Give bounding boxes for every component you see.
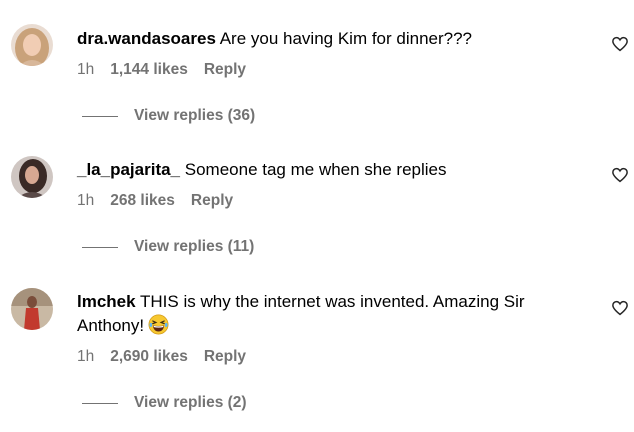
reply-button[interactable]: Reply — [204, 348, 246, 365]
comment-meta: 1h 2,690 likes Reply — [77, 348, 262, 366]
view-replies-button[interactable]: View replies (36) — [82, 107, 255, 125]
heart-outline-icon[interactable] — [611, 299, 629, 317]
view-replies-label: View replies (2) — [134, 394, 247, 411]
comment-meta: 1h 268 likes Reply — [77, 192, 249, 210]
username[interactable]: lmchek — [77, 292, 136, 311]
comment-text: lmchek THIS is why the internet was inve… — [77, 290, 577, 338]
reply-button[interactable]: Reply — [191, 192, 233, 209]
timestamp: 1h — [77, 61, 95, 78]
replies-divider-line — [82, 115, 118, 117]
replies-divider-line — [82, 402, 118, 404]
view-replies-label: View replies (36) — [134, 107, 256, 124]
comment-body: Someone tag me when she replies — [184, 160, 447, 179]
view-replies-button[interactable]: View replies (11) — [82, 238, 254, 256]
comment-body: Are you having Kim for dinner??? — [219, 29, 473, 48]
reply-button[interactable]: Reply — [204, 61, 246, 78]
comment-text: dra.wandasoares Are you having Kim for d… — [77, 27, 472, 51]
comment-body: THIS is why the internet was invented. A… — [77, 292, 525, 335]
comment-meta: 1h 1,144 likes Reply — [77, 61, 262, 79]
avatar[interactable] — [11, 156, 53, 198]
avatar[interactable] — [11, 24, 53, 66]
avatar[interactable] — [11, 288, 53, 330]
timestamp: 1h — [77, 192, 95, 209]
view-replies-button[interactable]: View replies (2) — [82, 394, 247, 412]
replies-divider-line — [82, 246, 118, 248]
view-replies-label: View replies (11) — [134, 238, 255, 255]
likes-count[interactable]: 268 likes — [110, 192, 175, 209]
timestamp: 1h — [77, 348, 95, 365]
heart-outline-icon[interactable] — [611, 35, 629, 53]
comment-text: _la_pajarita_ Someone tag me when she re… — [77, 158, 447, 182]
likes-count[interactable]: 2,690 likes — [110, 348, 188, 365]
grinning-squinting-tears-emoji — [148, 314, 169, 335]
username[interactable]: _la_pajarita_ — [77, 160, 180, 179]
heart-outline-icon[interactable] — [611, 166, 629, 184]
likes-count[interactable]: 1,144 likes — [110, 61, 188, 78]
username[interactable]: dra.wandasoares — [77, 29, 216, 48]
